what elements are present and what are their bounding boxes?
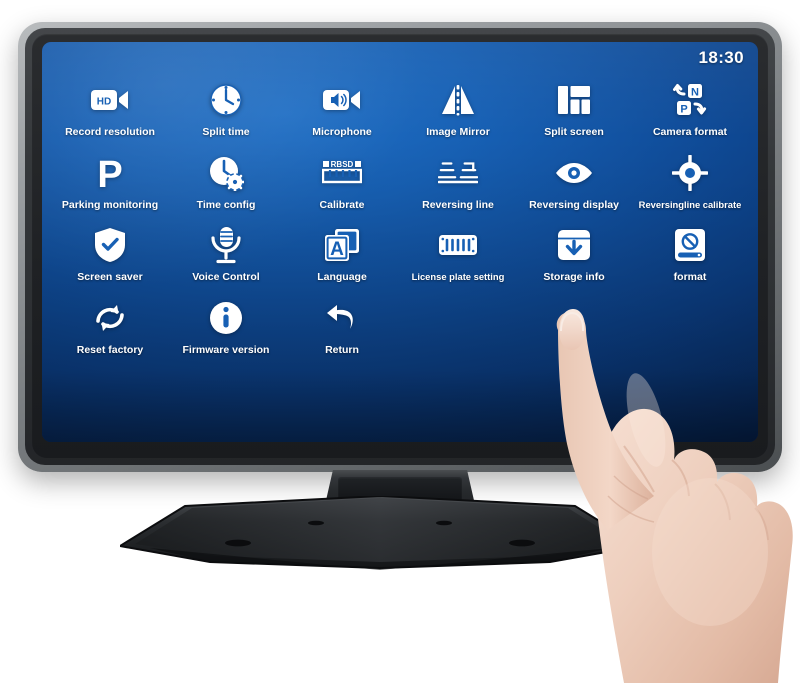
menu-label: format — [673, 271, 707, 284]
menu-item-record-resolution[interactable]: HD Record resolution — [52, 76, 168, 141]
voice-microphone-icon — [206, 225, 246, 265]
refresh-cycle-icon — [90, 298, 130, 338]
menu-item-reversing-display[interactable]: Reversing display — [516, 149, 632, 214]
menu-label: Image Mirror — [426, 126, 490, 138]
svg-text:N: N — [691, 86, 699, 98]
menu-label: Calibrate — [319, 198, 365, 211]
menu-label: Microphone — [312, 126, 372, 138]
pointing-hand — [496, 300, 800, 683]
menu-label: Voice Control — [192, 271, 260, 284]
status-clock: 18:30 — [698, 48, 744, 67]
split-screen-icon — [554, 80, 594, 120]
menu-item-firmware-version[interactable]: Firmware version — [168, 294, 284, 359]
menu-label: Split time — [202, 126, 250, 138]
svg-text:P: P — [97, 155, 122, 191]
eye-icon — [554, 153, 594, 193]
ruler-rbsd-icon: RBSD — [322, 153, 362, 193]
menu-label: Record resolution — [65, 126, 155, 138]
menu-item-time-config[interactable]: Time config — [168, 149, 284, 214]
menu-label: Reversingline calibrate — [638, 198, 742, 210]
menu-item-storage-info[interactable]: Storage info — [516, 221, 632, 286]
clock-gear-icon — [206, 153, 246, 193]
letter-a-pages-icon: A — [322, 225, 362, 265]
menu-label: License plate setting — [411, 271, 505, 283]
menu-item-language[interactable]: A Language — [284, 221, 400, 286]
menu-item-license-plate-setting[interactable]: License plate setting — [400, 221, 516, 286]
svg-text:HD: HD — [97, 97, 111, 108]
clock-icon — [206, 80, 246, 120]
menu-item-parking-monitoring[interactable]: P Parking monitoring — [52, 149, 168, 214]
menu-label: Storage info — [543, 271, 605, 284]
microphone-video-icon — [322, 80, 362, 120]
menu-label: Reversing line — [422, 198, 494, 211]
menu-item-reset-factory[interactable]: Reset factory — [52, 294, 168, 359]
svg-text:RBSD: RBSD — [331, 160, 354, 169]
hd-video-camera-icon: HD — [90, 80, 130, 120]
menu-item-microphone[interactable]: Microphone — [284, 76, 400, 141]
menu-item-return[interactable]: Return — [284, 294, 400, 359]
menu-item-camera-format[interactable]: N P Camera format — [632, 76, 748, 141]
reversing-line-icon — [438, 153, 478, 193]
menu-label: Return — [325, 343, 359, 356]
ntsc-pal-format-icon: N P — [670, 80, 710, 120]
menu-label: Firmware version — [182, 343, 270, 356]
scene: 18:30 HD Record resolution Split time Mi… — [0, 0, 800, 683]
menu-label: Reversing display — [529, 198, 619, 211]
license-plate-icon — [438, 225, 478, 265]
shield-check-icon — [90, 225, 130, 265]
menu-item-format[interactable]: format — [632, 221, 748, 286]
parking-p-icon: P — [90, 153, 130, 193]
back-arrow-icon — [322, 298, 362, 338]
storage-download-icon — [554, 225, 594, 265]
menu-item-split-screen[interactable]: Split screen — [516, 76, 632, 141]
image-mirror-icon — [438, 80, 478, 120]
menu-item-voice-control[interactable]: Voice Control — [168, 221, 284, 286]
svg-text:A: A — [330, 239, 344, 260]
svg-text:P: P — [680, 103, 687, 115]
menu-item-reversingline-calibrate[interactable]: Reversingline calibrate — [632, 149, 748, 214]
menu-label: Time config — [196, 198, 256, 211]
menu-label: Reset factory — [76, 343, 144, 356]
menu-item-split-time[interactable]: Split time — [168, 76, 284, 141]
menu-label: Language — [317, 271, 367, 284]
disk-forbidden-icon — [670, 225, 710, 265]
menu-label: Camera format — [652, 126, 728, 138]
menu-item-reversing-line[interactable]: Reversing line — [400, 149, 516, 214]
menu-label: Screen saver — [77, 271, 143, 284]
menu-item-screen-saver[interactable]: Screen saver — [52, 221, 168, 286]
info-circle-icon — [206, 298, 246, 338]
menu-item-calibrate[interactable]: RBSD Calibrate — [284, 149, 400, 214]
menu-label: Split screen — [544, 126, 604, 138]
menu-label: Parking monitoring — [61, 198, 159, 211]
menu-item-image-mirror[interactable]: Image Mirror — [400, 76, 516, 141]
crosshair-target-icon — [670, 153, 710, 193]
